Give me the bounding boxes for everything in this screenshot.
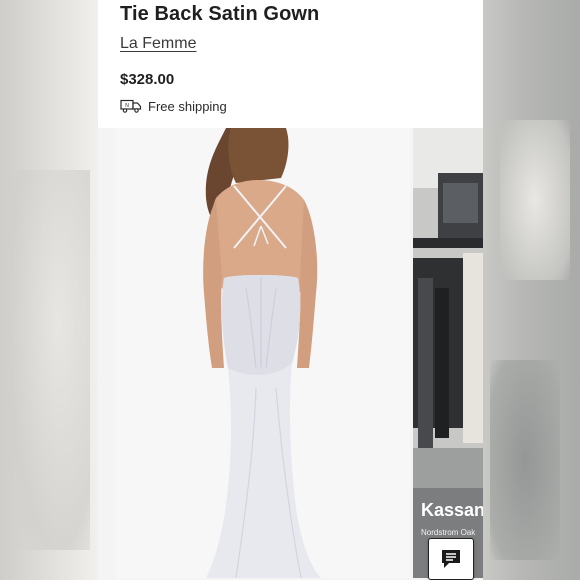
chat-button[interactable] (428, 538, 474, 580)
truck-icon: N (120, 99, 142, 113)
product-image-secondary[interactable]: Kassanc Nordstrom Oak (413, 128, 483, 578)
shipping-label: Free shipping (148, 98, 227, 114)
blurred-background-shape (490, 360, 560, 560)
store-photo-caption: Kassanc (421, 500, 483, 520)
blurred-background-shape (500, 120, 570, 280)
product-image-main[interactable] (116, 128, 410, 578)
store-photo-subcaption: Nordstrom Oak (421, 528, 476, 537)
chat-icon (442, 550, 460, 568)
brand-link[interactable]: La Femme (120, 35, 196, 53)
svg-text:N: N (125, 103, 129, 109)
gown-back-view-image (116, 128, 410, 578)
product-price: $328.00 (120, 71, 175, 88)
blurred-background-shape (10, 170, 90, 550)
product-panel: Tie Back Satin Gown La Femme $328.00 N F… (98, 0, 483, 580)
product-title: Tie Back Satin Gown (120, 3, 320, 25)
shipping-info: N Free shipping (120, 97, 227, 115)
